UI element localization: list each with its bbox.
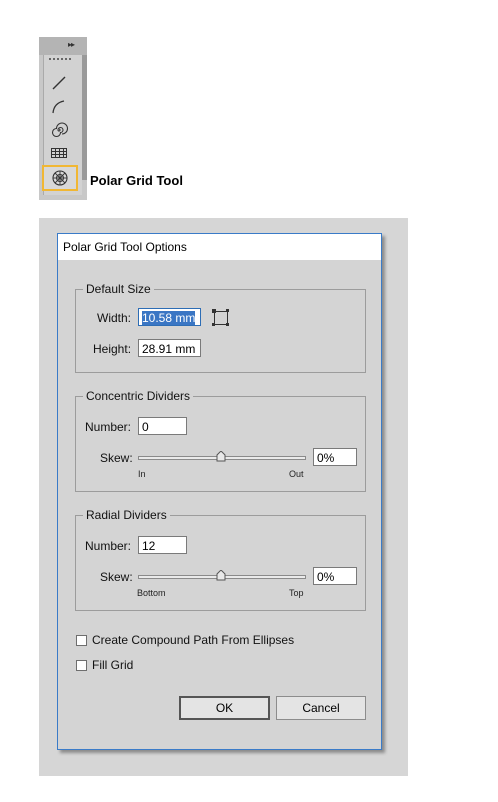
fill-grid-label[interactable]: Fill Grid xyxy=(92,658,133,672)
radial-skew-thumb[interactable] xyxy=(216,570,226,581)
default-size-legend: Default Size xyxy=(83,282,154,296)
height-label: Height: xyxy=(93,342,132,356)
polar-grid-tool[interactable] xyxy=(42,165,78,191)
height-field[interactable]: 28.91 mm xyxy=(138,339,201,357)
concentric-dividers-group: Concentric Dividers Number: 0 Skew: In O… xyxy=(75,389,366,492)
width-value: 10.58 mm xyxy=(142,311,196,325)
collapse-panel-icon[interactable]: ▸▸ xyxy=(68,40,75,49)
radial-skew-value: 0% xyxy=(317,570,335,584)
default-size-group: Default Size Width: 10.58 mm Height: 28.… xyxy=(75,282,366,373)
fill-grid-checkbox[interactable] xyxy=(76,660,87,671)
radial-number-label: Number: xyxy=(85,539,132,553)
compound-path-label[interactable]: Create Compound Path From Ellipses xyxy=(92,633,294,647)
tool-flyout-panel: ▸▸ xyxy=(39,37,87,200)
arc-tool[interactable] xyxy=(45,97,73,117)
polar-grid-options-dialog: Polar Grid Tool Options Default Size Wid… xyxy=(57,233,382,750)
line-segment-icon xyxy=(52,76,66,90)
concentric-skew-label: Skew: xyxy=(100,451,133,465)
width-label: Width: xyxy=(97,311,132,325)
spiral-tool[interactable] xyxy=(45,120,73,140)
tool-flyout-scrollbar[interactable] xyxy=(82,55,87,180)
concentric-skew-min-label: In xyxy=(138,469,146,479)
concentric-skew-value: 0% xyxy=(317,451,335,465)
concentric-skew-max-label: Out xyxy=(289,469,304,479)
radial-dividers-legend: Radial Dividers xyxy=(83,508,170,522)
rectangular-grid-icon xyxy=(51,148,67,158)
line-segment-tool[interactable] xyxy=(45,73,73,93)
concentric-number-label: Number: xyxy=(85,420,132,434)
panel-grip-icon[interactable] xyxy=(49,58,71,60)
concentric-number-value: 0 xyxy=(142,420,149,434)
concentric-skew-thumb[interactable] xyxy=(216,451,226,462)
radial-skew-field[interactable]: 0% xyxy=(313,567,357,585)
radial-skew-min-label: Bottom xyxy=(137,588,166,598)
tool-flyout-header: ▸▸ xyxy=(39,37,87,55)
width-field[interactable]: 10.58 mm xyxy=(138,308,201,326)
polar-grid-icon xyxy=(52,170,68,186)
arc-icon xyxy=(52,100,65,114)
compound-path-checkbox[interactable] xyxy=(76,635,87,646)
concentric-dividers-legend: Concentric Dividers xyxy=(83,389,194,403)
cancel-button[interactable]: Cancel xyxy=(276,696,366,720)
polar-grid-tool-label: Polar Grid Tool xyxy=(90,173,183,188)
dialog-title: Polar Grid Tool Options xyxy=(63,240,187,254)
radial-number-field[interactable]: 12 xyxy=(138,536,187,554)
radial-number-value: 12 xyxy=(142,539,156,553)
dialog-titlebar[interactable]: Polar Grid Tool Options xyxy=(58,234,381,260)
constrain-proportions-icon[interactable] xyxy=(211,308,231,328)
radial-skew-max-label: Top xyxy=(289,588,304,598)
spiral-icon xyxy=(51,122,69,138)
height-value: 28.91 mm xyxy=(142,342,196,356)
radial-skew-label: Skew: xyxy=(100,570,133,584)
radial-dividers-group: Radial Dividers Number: 12 Skew: Bottom … xyxy=(75,508,366,611)
ok-button[interactable]: OK xyxy=(179,696,270,720)
concentric-skew-field[interactable]: 0% xyxy=(313,448,357,466)
concentric-number-field[interactable]: 0 xyxy=(138,417,187,435)
rectangular-grid-tool[interactable] xyxy=(45,143,73,163)
